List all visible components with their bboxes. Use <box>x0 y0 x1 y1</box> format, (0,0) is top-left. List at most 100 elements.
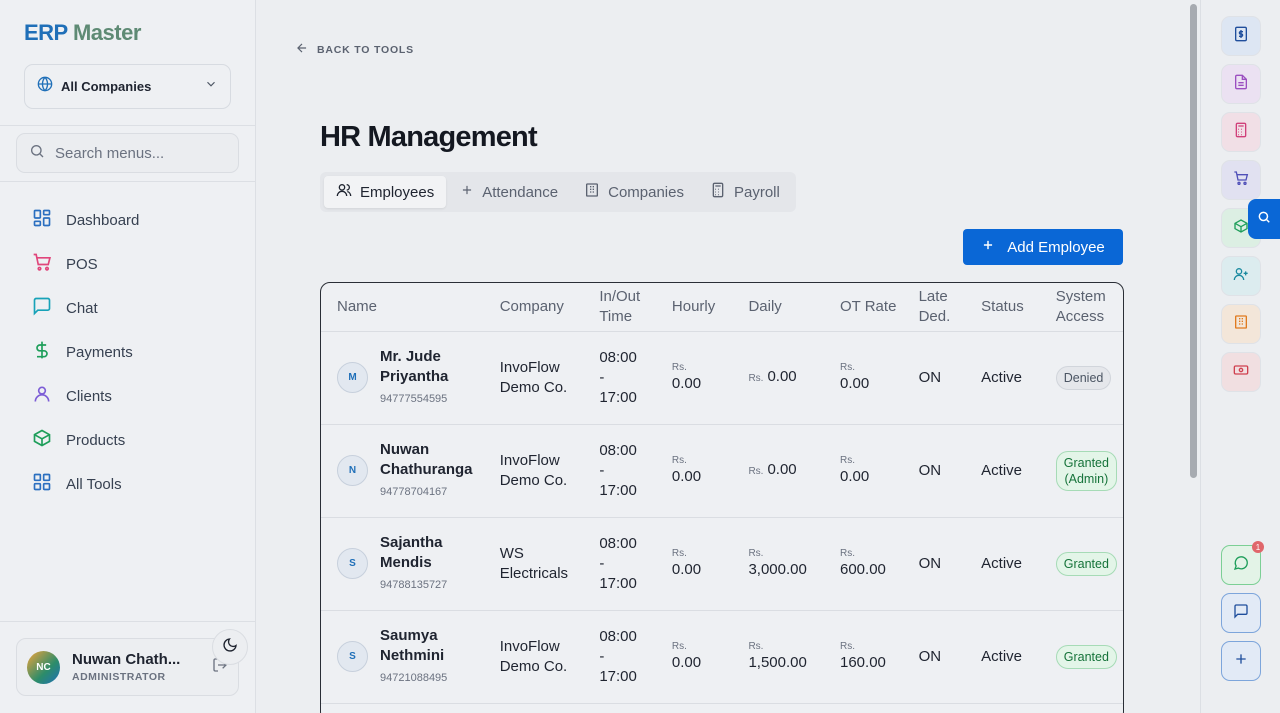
sidebar-item-label: All Tools <box>66 475 122 493</box>
sidebar-item-dashboard[interactable]: Dashboard <box>16 198 240 242</box>
sidebar-item-label: Products <box>66 431 126 449</box>
hourly-value: 0.00 <box>671 467 702 485</box>
table-row[interactable]: S Saumya Nethmini 94721088495 InvoFlow Dem… <box>321 610 1123 704</box>
whatsapp-icon <box>1233 555 1249 576</box>
rail-building-button[interactable] <box>1221 304 1261 344</box>
currency-label: Rs. <box>840 640 855 652</box>
hourly-value: 0.00 <box>671 374 702 392</box>
brand-logo[interactable]: ERP Master <box>24 20 141 46</box>
hourly-rate: Rs. 0.00 <box>663 610 741 704</box>
shift-in: 08:00 <box>599 534 637 552</box>
calculator-icon <box>710 182 726 202</box>
floating-search-button[interactable] <box>1248 199 1280 239</box>
shift-sep: - <box>599 554 605 572</box>
sidebar-item-chat[interactable]: Chat <box>16 286 240 330</box>
search-icon <box>29 143 45 164</box>
rail-plus-button[interactable] <box>1221 641 1261 681</box>
employee-initial-avatar: M <box>337 362 368 393</box>
employee-phone: 94721088495 <box>380 671 448 684</box>
search-icon <box>1257 210 1271 229</box>
currency-label: Rs. <box>748 547 764 559</box>
back-to-tools-link[interactable]: BACK TO TOOLS <box>295 41 414 58</box>
employee-company: WS Electricals <box>491 517 592 611</box>
sidebar-item-clients[interactable]: Clients <box>16 374 240 418</box>
scrollbar[interactable] <box>1190 4 1197 478</box>
access-badge: Granted (Admin) <box>1055 450 1117 491</box>
currency-label: Rs. <box>671 454 687 466</box>
daily-rate: Rs. 0.00 <box>740 331 832 425</box>
add-employee-button[interactable]: Add Employee <box>963 229 1123 265</box>
employee-name: Nuwan Chathuranga <box>380 440 473 478</box>
sidebar-item-products[interactable]: Products <box>16 418 240 462</box>
employee-status: Active <box>973 424 1048 518</box>
employee-phone: 94788135727 <box>380 578 448 591</box>
sidebar-item-payments[interactable]: Payments <box>16 330 240 374</box>
user-card[interactable]: NC Nuwan Chath... ADMINISTRATOR <box>16 638 239 696</box>
rail-cash-button[interactable] <box>1221 352 1261 392</box>
shift-sep: - <box>599 647 605 665</box>
employee-shift: 08:00 - 17:00 <box>591 517 664 611</box>
rail-add-user-button[interactable] <box>1221 256 1261 296</box>
arrow-left-icon <box>295 41 309 58</box>
search-input[interactable] <box>55 144 225 162</box>
daily-rate: Rs. 1,500.00 <box>740 610 832 704</box>
divider <box>1200 0 1201 713</box>
employee-initial-avatar: S <box>337 641 368 672</box>
user-role: ADMINISTRATOR <box>72 671 166 683</box>
ot-rate: Rs. 0.00 <box>832 424 911 518</box>
hourly-rate: Rs. 0.00 <box>663 517 741 611</box>
daily-rate: Rs. 3,000.00 <box>740 517 832 611</box>
shift-out: 17:00 <box>599 388 637 406</box>
tab-payroll[interactable]: Payroll <box>698 176 792 208</box>
access-badge: Denied <box>1055 365 1112 390</box>
currency-label: Rs. <box>840 454 855 466</box>
column-header: Late Ded. <box>910 283 974 332</box>
employee-shift: 08:00 - 17:00 <box>591 424 664 518</box>
tab-companies[interactable]: Companies <box>572 176 696 208</box>
search-box[interactable] <box>16 133 239 173</box>
avatar: NC <box>27 650 60 684</box>
column-header: Status <box>973 283 1048 332</box>
hourly-rate: Rs. 0.00 <box>663 331 741 425</box>
tab-attendance[interactable]: Attendance <box>448 176 570 208</box>
chat-icon <box>32 296 52 320</box>
rail-message-button[interactable] <box>1221 593 1261 633</box>
sidebar-nav: Dashboard POS Chat Payments Clients Prod… <box>16 198 240 506</box>
rail-cart-button[interactable] <box>1221 160 1261 200</box>
cash-icon <box>1233 362 1249 383</box>
sidebar-item-pos[interactable]: POS <box>16 242 240 286</box>
add-employee-label: Add Employee <box>1007 238 1105 256</box>
user-info: Nuwan Chath... ADMINISTRATOR <box>72 651 200 683</box>
sidebar-item-label: Clients <box>66 387 112 405</box>
user-name: Nuwan Chath... <box>72 651 181 668</box>
divider <box>0 181 256 182</box>
table-row[interactable]: S Sajantha Mendis 94788135727 WS Electrica… <box>321 517 1123 611</box>
employee-phone: 94777554595 <box>380 392 448 405</box>
ot-rate: Rs. 600.00 <box>832 517 911 611</box>
currency-label: Rs. <box>671 640 687 652</box>
back-link-label: BACK TO TOOLS <box>317 43 414 56</box>
rail-calculator-button[interactable] <box>1221 112 1261 152</box>
plus-icon <box>1233 651 1249 672</box>
rail-invoice-button[interactable] <box>1221 16 1261 56</box>
add-user-icon <box>1233 266 1249 287</box>
theme-toggle-button[interactable] <box>212 629 248 665</box>
employee-company: InvoFlow Demo Co. <box>491 331 592 425</box>
currency-label: Rs. <box>671 547 687 559</box>
table-row[interactable]: N Nuwan Chathuranga 94778704167 InvoFlow D… <box>321 424 1123 518</box>
chevron-down-icon <box>204 77 218 96</box>
employee-status: Active <box>973 331 1048 425</box>
sidebar-item-all-tools[interactable]: All Tools <box>16 462 240 506</box>
message-icon <box>1233 603 1249 624</box>
late-deduction: ON <box>910 610 974 704</box>
table-row[interactable]: M Mr. Jude Priyantha 94777554595 InvoFlow … <box>321 331 1123 425</box>
currency-label: Rs. <box>748 640 764 652</box>
column-header: Company <box>491 283 592 332</box>
company-select[interactable]: All Companies <box>24 64 231 109</box>
tab-employees[interactable]: Employees <box>324 176 447 208</box>
notification-badge: 1 <box>1252 541 1264 553</box>
shift-out: 17:00 <box>599 667 637 685</box>
currency-label: Rs. <box>748 372 764 384</box>
rail-document-button[interactable] <box>1221 64 1261 104</box>
employee-status: Active <box>973 610 1048 704</box>
